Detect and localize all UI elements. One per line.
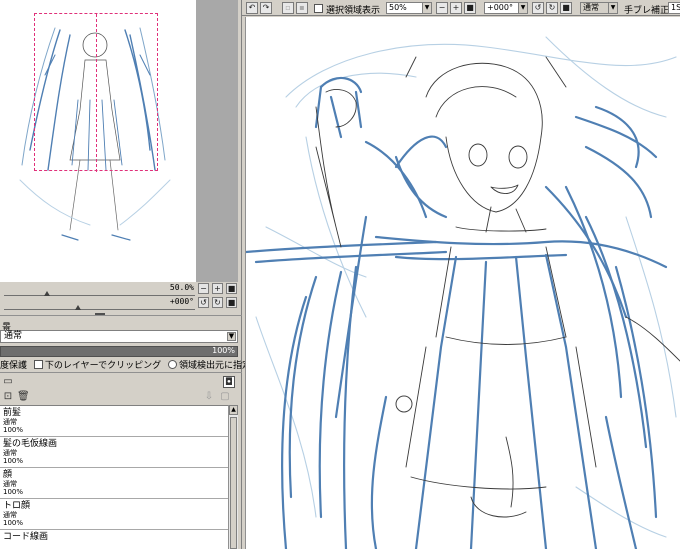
scroll-up-icon[interactable]: ▲ [229,405,238,415]
sketch-artwork [246,36,680,549]
layer-item[interactable]: 顔 通常 100% [0,468,228,499]
rotate-left-icon[interactable]: ↺ [198,297,209,308]
layer-name: 顔 [3,470,13,480]
rotate-right-icon[interactable]: ↻ [212,297,223,308]
stabilizer-label: 手ブレ補正 [624,6,670,16]
zoom-reset-icon[interactable]: ■ [226,283,237,294]
rotate-reset-icon[interactable]: ■ [226,297,237,308]
undo-icon[interactable]: ↶ [246,2,258,14]
rotation-select[interactable]: +000° ▼ [484,2,528,14]
source-label: 領域検出元に指定 [178,361,251,371]
layer-item[interactable]: トロ顔 通常 100% [0,499,228,530]
rotation-select-value: +000° [487,3,513,12]
zoom-out-icon[interactable]: − [436,2,448,14]
scroll-thumb[interactable] [230,417,237,549]
opacity-slider[interactable]: 100% [0,346,238,357]
drawing-canvas[interactable] [245,17,680,549]
show-selection-checkbox[interactable] [314,4,323,13]
deselect-icon[interactable]: ▫ [282,2,294,14]
show-selection-label: 選択領域表示 [326,6,381,16]
opacity-value: 100% [212,346,235,355]
panel-divider [0,372,242,373]
layer-opacity: 100% [3,488,24,496]
blend-mode-value: 通常 [4,331,23,341]
layer-options-row: 度保護 下のレイヤーでクリッピング 領域検出元に指定 [0,358,251,371]
left-panel: 50.0% − + ■ +000° ↺ ↻ ■ 景 通常 ▼ 100% 度保護 … [0,0,251,549]
folder-icon[interactable]: ▭ [2,376,14,388]
clip-label: 下のレイヤーでクリッピング [44,361,162,371]
blend-mode-select[interactable]: 通常 ▼ [0,330,238,343]
zoom-select[interactable]: 50% ▼ [386,2,432,14]
zoom-out-icon[interactable]: − [198,283,209,294]
redo-icon[interactable]: ↷ [260,2,272,14]
layer-item[interactable]: コード線画 [0,530,228,549]
layer-name: コード線画 [3,532,49,542]
slider-thumb-icon[interactable] [75,305,81,310]
layer-list: 前髪 通常 100% 髪の毛仮線画 通常 100% 顔 通常 100% トロ顔 … [0,405,228,549]
layer-mode: 通常 [3,511,17,519]
stabilizer-select[interactable]: 1S [668,2,680,14]
new-layer-icon[interactable]: ⊡ [2,391,14,403]
layer-opacity: 100% [3,519,24,527]
clip-checkbox[interactable] [33,360,43,369]
layer-name: 髪の毛仮線画 [3,439,58,449]
layer-name: 前髪 [3,408,22,418]
layer-item[interactable]: 髪の毛仮線画 通常 100% [0,437,228,468]
layer-opacity: 100% [3,457,24,465]
splitter-grip-icon[interactable] [95,313,105,315]
layer-scrollbar[interactable]: ▲ [228,405,238,549]
zoom-reset-icon[interactable]: ■ [464,2,476,14]
trash-icon[interactable]: 🗑 [17,391,30,403]
protect-label: 度保護 [0,361,28,371]
layer-item[interactable]: 前髪 通常 100% [0,406,228,437]
panel-divider[interactable] [0,315,242,316]
brush-cursor [395,395,413,413]
rotate-reset-icon[interactable]: ■ [560,2,572,14]
layer-menu-icon[interactable]: ◘ [223,376,235,388]
nav-rotate-slider[interactable] [0,305,195,313]
app-window: 50.0% − + ■ +000° ↺ ↻ ■ 景 通常 ▼ 100% 度保護 … [0,0,680,549]
canvas-toolbar: ↶ ↷ ▫ ▪ 選択領域表示 50% ▼ − + ■ +000° ▼ ↺ ↻ ■… [242,0,680,16]
chevron-down-icon[interactable]: ▼ [608,3,617,13]
clear-layer-icon[interactable]: ▢ [219,391,231,403]
chevron-down-icon[interactable]: ▼ [518,3,527,13]
view-blend-value: 通常 [583,3,599,12]
zoom-select-value: 50% [389,3,407,12]
navigator-margin [196,0,238,282]
chevron-down-icon[interactable]: ▼ [227,332,236,341]
layer-name: トロ顔 [3,501,31,511]
source-radio[interactable] [167,360,177,369]
rotate-right-icon[interactable]: ↻ [546,2,558,14]
view-frame[interactable] [34,13,158,172]
zoom-in-icon[interactable]: + [212,283,223,294]
rotate-left-icon[interactable]: ↺ [532,2,544,14]
zoom-in-icon[interactable]: + [450,2,462,14]
merge-down-icon[interactable]: ⇩ [203,391,215,403]
layer-mode: 通常 [3,480,17,488]
stabilizer-value: 1S [671,3,680,12]
layer-mode: 通常 [3,449,17,457]
layer-opacity: 100% [3,426,24,434]
navigator-panel [0,0,238,282]
invert-selection-icon[interactable]: ▪ [296,2,308,14]
navigator-preview[interactable] [0,0,196,282]
view-blend-select[interactable]: 通常 ▼ [580,2,618,14]
chevron-down-icon[interactable]: ▼ [422,3,431,13]
layer-mode: 通常 [3,418,17,426]
